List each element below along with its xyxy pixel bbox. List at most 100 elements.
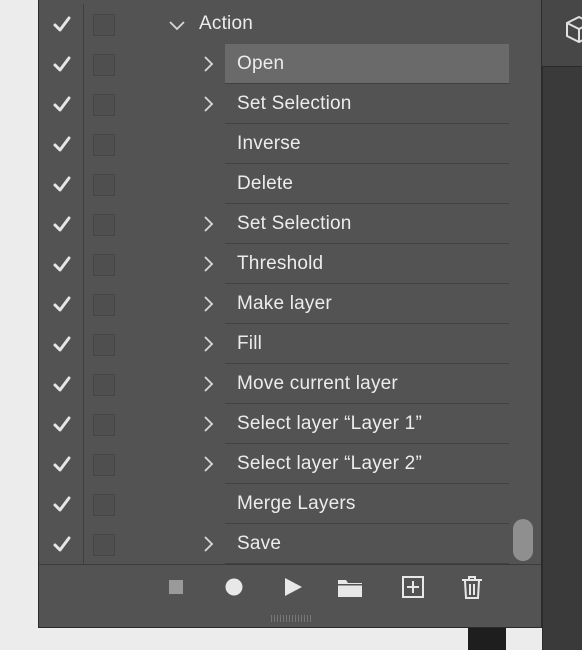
right-header-strip [542, 0, 582, 67]
toggle-dialog-checkbox[interactable] [93, 94, 115, 116]
play-button[interactable] [281, 575, 305, 599]
toggle-item-column[interactable] [39, 524, 83, 564]
actions-toolbar [39, 564, 541, 609]
new-action-button[interactable] [401, 575, 425, 599]
chevron-right-icon[interactable] [201, 56, 215, 72]
checkmark-icon[interactable] [52, 214, 72, 234]
toggle-dialog-checkbox[interactable] [93, 54, 115, 76]
toggle-dialog-checkbox[interactable] [93, 374, 115, 396]
action-row[interactable]: Threshold [39, 244, 509, 284]
action-label: Open [237, 53, 285, 74]
column-divider [83, 164, 84, 204]
chevron-right-icon[interactable] [201, 536, 215, 552]
chevron-right-icon[interactable] [201, 256, 215, 272]
action-label: Action [199, 13, 254, 34]
column-divider [83, 484, 84, 524]
new-set-icon [338, 580, 362, 597]
dock-corner [468, 628, 506, 650]
checkmark-icon[interactable] [52, 414, 72, 434]
toggle-item-column[interactable] [39, 164, 83, 204]
action-row[interactable]: Inverse [39, 124, 509, 164]
action-row[interactable]: Merge Layers [39, 484, 509, 524]
action-row[interactable]: Fill [39, 324, 509, 364]
action-row[interactable]: Delete [39, 164, 509, 204]
action-label: Merge Layers [237, 493, 356, 514]
action-row[interactable]: Select layer “Layer 2” [39, 444, 509, 484]
toggle-item-column[interactable] [39, 124, 83, 164]
toggle-dialog-checkbox[interactable] [93, 334, 115, 356]
action-label: Set Selection [237, 93, 352, 114]
toggle-item-column[interactable] [39, 244, 83, 284]
toggle-dialog-checkbox[interactable] [93, 534, 115, 556]
action-row[interactable]: Make layer [39, 284, 509, 324]
toggle-dialog-checkbox[interactable] [93, 14, 115, 36]
checkmark-icon[interactable] [52, 374, 72, 394]
checkmark-icon[interactable] [52, 294, 72, 314]
cube-icon[interactable] [564, 14, 582, 44]
checkmark-icon[interactable] [52, 334, 72, 354]
chevron-right-icon[interactable] [201, 296, 215, 312]
action-row[interactable]: Open [39, 44, 509, 84]
checkmark-icon[interactable] [52, 534, 72, 554]
toggle-item-column[interactable] [39, 404, 83, 444]
toggle-item-column[interactable] [39, 364, 83, 404]
chevron-right-icon[interactable] [201, 96, 215, 112]
toggle-item-column[interactable] [39, 444, 83, 484]
actions-panel: Action Open Set Selection Inverse Delete… [38, 0, 542, 628]
checkmark-icon[interactable] [52, 174, 72, 194]
toggle-item-column[interactable] [39, 44, 83, 84]
chevron-right-icon[interactable] [201, 336, 215, 352]
action-label: Make layer [237, 293, 332, 314]
stop-button[interactable] [164, 575, 188, 599]
chevron-right-icon[interactable] [201, 216, 215, 232]
action-label: Threshold [237, 253, 324, 274]
toggle-dialog-checkbox[interactable] [93, 174, 115, 196]
column-divider [83, 364, 84, 404]
column-divider [83, 4, 84, 44]
toggle-dialog-checkbox[interactable] [93, 454, 115, 476]
column-divider [83, 524, 84, 564]
record-button[interactable] [222, 575, 246, 599]
action-row[interactable]: Select layer “Layer 1” [39, 404, 509, 444]
toggle-dialog-checkbox[interactable] [93, 134, 115, 156]
chevron-right-icon[interactable] [201, 456, 215, 472]
action-label: Set Selection [237, 213, 352, 234]
checkmark-icon[interactable] [52, 494, 72, 514]
action-row[interactable]: Set Selection [39, 84, 509, 124]
action-label: Move current layer [237, 373, 398, 394]
checkmark-icon[interactable] [52, 54, 72, 74]
record-icon [225, 578, 243, 596]
action-set-row[interactable]: Action [39, 4, 509, 44]
new-set-button[interactable] [337, 575, 363, 599]
toggle-item-column[interactable] [39, 284, 83, 324]
checkmark-icon[interactable] [52, 14, 72, 34]
resize-grip[interactable] [39, 609, 541, 627]
checkmark-icon[interactable] [52, 454, 72, 474]
toggle-dialog-checkbox[interactable] [93, 494, 115, 516]
toggle-item-column[interactable] [39, 4, 83, 44]
checkmark-icon[interactable] [52, 134, 72, 154]
toggle-dialog-checkbox[interactable] [93, 254, 115, 276]
action-row[interactable]: Set Selection [39, 204, 509, 244]
column-divider [83, 204, 84, 244]
scrollbar-thumb[interactable] [513, 519, 533, 561]
action-row[interactable]: Move current layer [39, 364, 509, 404]
chevron-right-icon[interactable] [201, 416, 215, 432]
delete-button[interactable] [460, 575, 484, 599]
chevron-down-icon[interactable] [169, 19, 185, 33]
toggle-item-column[interactable] [39, 484, 83, 524]
chevron-right-icon[interactable] [201, 376, 215, 392]
checkmark-icon[interactable] [52, 254, 72, 274]
toggle-dialog-checkbox[interactable] [93, 294, 115, 316]
scrollbar-track[interactable] [509, 0, 543, 564]
toggle-item-column[interactable] [39, 204, 83, 244]
action-row[interactable]: Save [39, 524, 509, 564]
action-label: Delete [237, 173, 294, 194]
toggle-item-column[interactable] [39, 324, 83, 364]
checkmark-icon[interactable] [52, 94, 72, 114]
action-label: Save [237, 533, 282, 554]
toggle-dialog-checkbox[interactable] [93, 214, 115, 236]
column-divider [83, 404, 84, 444]
toggle-dialog-checkbox[interactable] [93, 414, 115, 436]
toggle-item-column[interactable] [39, 84, 83, 124]
